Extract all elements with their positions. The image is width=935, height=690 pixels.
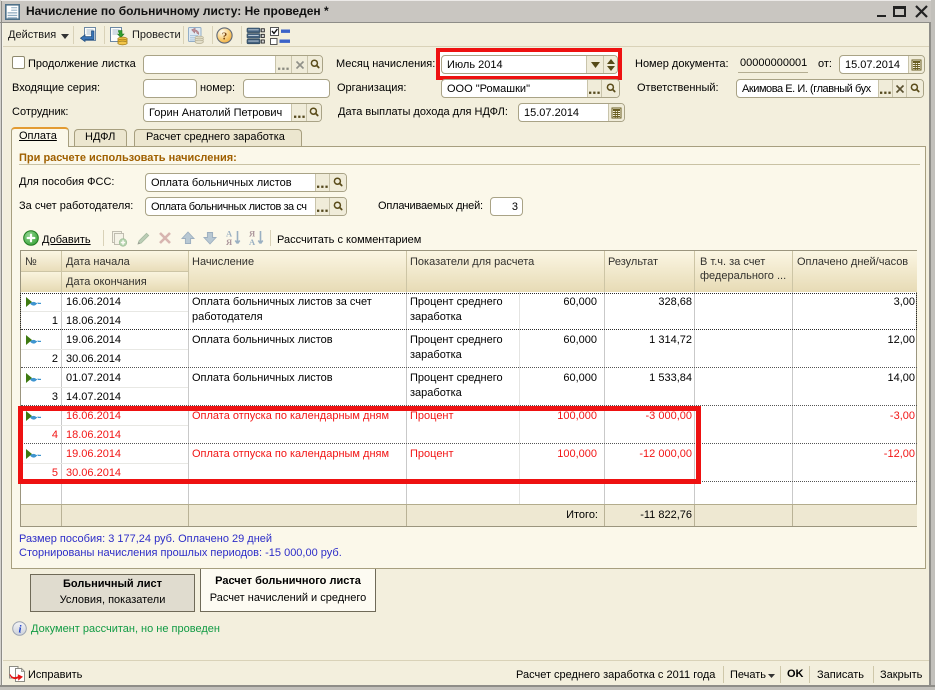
svg-text:А: А	[249, 237, 256, 246]
svg-text:?: ?	[222, 31, 228, 43]
svg-text:Я: Я	[226, 237, 232, 246]
